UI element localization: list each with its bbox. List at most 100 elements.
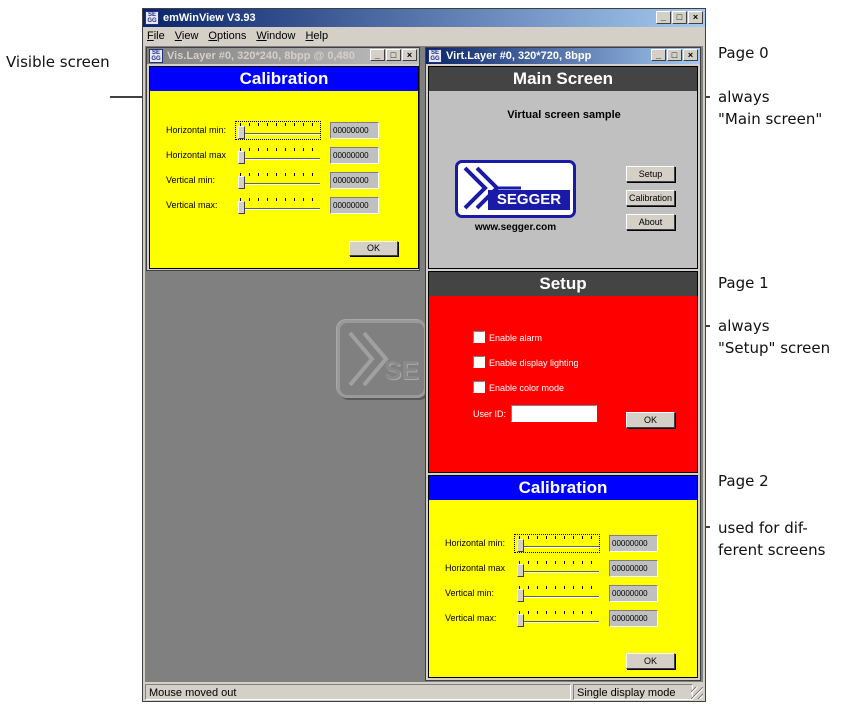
slider-thumb[interactable]	[238, 176, 245, 189]
annotation-page2: Page 2	[718, 472, 769, 490]
mdi-client-area: SE SE GG Vis.Layer #0, 320*240, 8bpp @ 0,…	[145, 46, 703, 682]
vis-slider-label: Horizontal max	[166, 150, 227, 160]
calibration-button[interactable]: Calibration	[626, 190, 675, 206]
calib-ok-button[interactable]: OK	[626, 653, 675, 669]
minimize-button[interactable]: _	[656, 11, 671, 24]
annotation-main-line2: "Main screen"	[718, 110, 823, 128]
about-button[interactable]: About	[626, 214, 675, 230]
calib-slider-row: Horizontal min: 00000000	[445, 534, 677, 554]
checkbox[interactable]	[473, 381, 485, 393]
setup-screen: Setup Enable alarm Enable display lighti…	[428, 271, 698, 473]
checkbox[interactable]	[473, 356, 485, 368]
virt-layer-titlebar[interactable]: SE GG Virt.Layer #0, 320*720, 8bpp _ □ ×	[426, 48, 700, 64]
menu-file[interactable]: File	[147, 27, 165, 45]
calib-slider-row: Horizontal max 00000000	[445, 559, 677, 579]
setup-ok-button[interactable]: OK	[626, 412, 675, 428]
calib-slider-value: 00000000	[609, 535, 658, 552]
main-screen-header: Main Screen	[429, 67, 697, 91]
calibration-screen: Calibration Horizontal min: 00000000 Hor…	[428, 475, 698, 678]
vis-vertical-max-slider[interactable]	[238, 196, 320, 216]
userid-label: User ID:	[473, 409, 507, 419]
vis-layer-titlebar[interactable]: SE GG Vis.Layer #0, 320*240, 8bpp @ 0,480…	[147, 48, 419, 64]
calib-horizontal-min-slider[interactable]	[517, 534, 599, 554]
vis-layer-window: SE GG Vis.Layer #0, 320*240, 8bpp @ 0,480…	[146, 47, 420, 271]
calib-slider-label: Vertical max:	[445, 613, 497, 623]
calib-slider-row: Vertical min: 00000000	[445, 584, 677, 604]
slider-thumb[interactable]	[517, 589, 524, 602]
slider-thumb[interactable]	[517, 564, 524, 577]
annotation-visible-screen: Visible screen	[6, 53, 110, 71]
statusbar: Mouse moved out Single display mode	[143, 683, 705, 701]
vis-minimize-button[interactable]: _	[370, 49, 385, 61]
vis-slider-row: Vertical min: 00000000	[166, 171, 398, 191]
vis-slider-value: 00000000	[330, 197, 379, 214]
calib-horizontal-max-slider[interactable]	[517, 559, 599, 579]
vis-calibration-screen: Calibration Horizontal min: 00000000 Hor…	[149, 66, 419, 269]
menubar: File View Options Window Help	[143, 27, 705, 45]
menu-help[interactable]: Help	[305, 27, 328, 45]
slider-thumb[interactable]	[517, 539, 524, 552]
virt-minimize-button[interactable]: _	[651, 49, 666, 61]
calib-slider-value: 00000000	[609, 585, 658, 602]
slider-thumb[interactable]	[238, 126, 245, 139]
vis-ok-button[interactable]: OK	[349, 241, 398, 256]
status-message: Mouse moved out	[145, 684, 571, 700]
vis-close-button[interactable]: ×	[402, 49, 417, 61]
virt-maximize-button[interactable]: □	[667, 49, 682, 61]
slider-thumb[interactable]	[238, 151, 245, 164]
calib-slider-row: Vertical max: 00000000	[445, 609, 677, 629]
app-title: emWinView V3.93	[163, 12, 256, 24]
vis-layer-icon: SE GG	[149, 49, 163, 63]
segger-logo: SEGGER	[455, 160, 576, 218]
app-icon: SE GG	[145, 11, 159, 25]
menu-window[interactable]: Window	[256, 27, 295, 45]
vis-slider-value: 00000000	[330, 122, 379, 139]
vis-horizontal-max-slider[interactable]	[238, 146, 320, 166]
calib-slider-value: 00000000	[609, 560, 658, 577]
annotation-page1: Page 1	[718, 274, 769, 292]
menu-options[interactable]: Options	[208, 27, 246, 45]
vis-slider-value: 00000000	[330, 172, 379, 189]
vis-slider-value: 00000000	[330, 147, 379, 164]
annotation-page0: Page 0	[718, 44, 769, 62]
check-label: Enable display lighting	[489, 358, 579, 368]
calib-slider-label: Horizontal max	[445, 563, 506, 573]
slider-thumb[interactable]	[517, 614, 524, 627]
status-display-mode: Single display mode	[573, 684, 693, 700]
vis-slider-label: Vertical min:	[166, 175, 216, 185]
slider-thumb[interactable]	[238, 201, 245, 214]
vis-slider-row: Vertical max: 00000000	[166, 196, 398, 216]
app-titlebar[interactable]: SE GG emWinView V3.93 _ □ ×	[143, 9, 705, 27]
virt-layer-window: SE GG Virt.Layer #0, 320*720, 8bpp _ □ × …	[425, 47, 701, 681]
annotation-main-line1: always	[718, 88, 770, 106]
check-label: Enable color mode	[489, 383, 565, 393]
vis-calibration-header: Calibration	[150, 67, 418, 91]
calib-vertical-max-slider[interactable]	[517, 609, 599, 629]
app-window: SE GG emWinView V3.93 _ □ × File View Opt…	[142, 8, 706, 702]
virt-layer-title: Virt.Layer #0, 320*720, 8bpp	[446, 50, 592, 62]
calib-slider-label: Horizontal min:	[445, 538, 506, 548]
menu-view[interactable]: View	[175, 27, 199, 45]
setup-button[interactable]: Setup	[626, 166, 675, 182]
calib-vertical-min-slider[interactable]	[517, 584, 599, 604]
checkbox[interactable]	[473, 331, 485, 343]
vis-layer-title: Vis.Layer #0, 320*240, 8bpp @ 0,480	[167, 50, 355, 62]
resize-grip-icon[interactable]	[691, 687, 703, 699]
vis-horizontal-min-slider[interactable]	[238, 121, 320, 141]
main-screen-subtitle: Virtual screen sample	[507, 109, 621, 121]
virt-close-button[interactable]: ×	[683, 49, 698, 61]
annotation-setup-line2: "Setup" screen	[718, 339, 831, 357]
main-screen: Main Screen Virtual screen sample SEGGER…	[428, 66, 698, 269]
segger-url: www.segger.com	[474, 222, 557, 233]
background-logo: SE	[337, 320, 427, 398]
check-label: Enable alarm	[489, 333, 543, 343]
vis-maximize-button[interactable]: □	[386, 49, 401, 61]
vis-slider-label: Vertical max:	[166, 200, 218, 210]
maximize-button[interactable]: □	[672, 11, 687, 24]
userid-input[interactable]	[511, 405, 597, 422]
virt-layer-icon: SE GG	[428, 49, 442, 63]
annotation-calib-line2: ferent screens	[718, 541, 826, 559]
vis-vertical-min-slider[interactable]	[238, 171, 320, 191]
annotation-setup-line1: always	[718, 317, 770, 335]
close-button[interactable]: ×	[688, 11, 703, 24]
